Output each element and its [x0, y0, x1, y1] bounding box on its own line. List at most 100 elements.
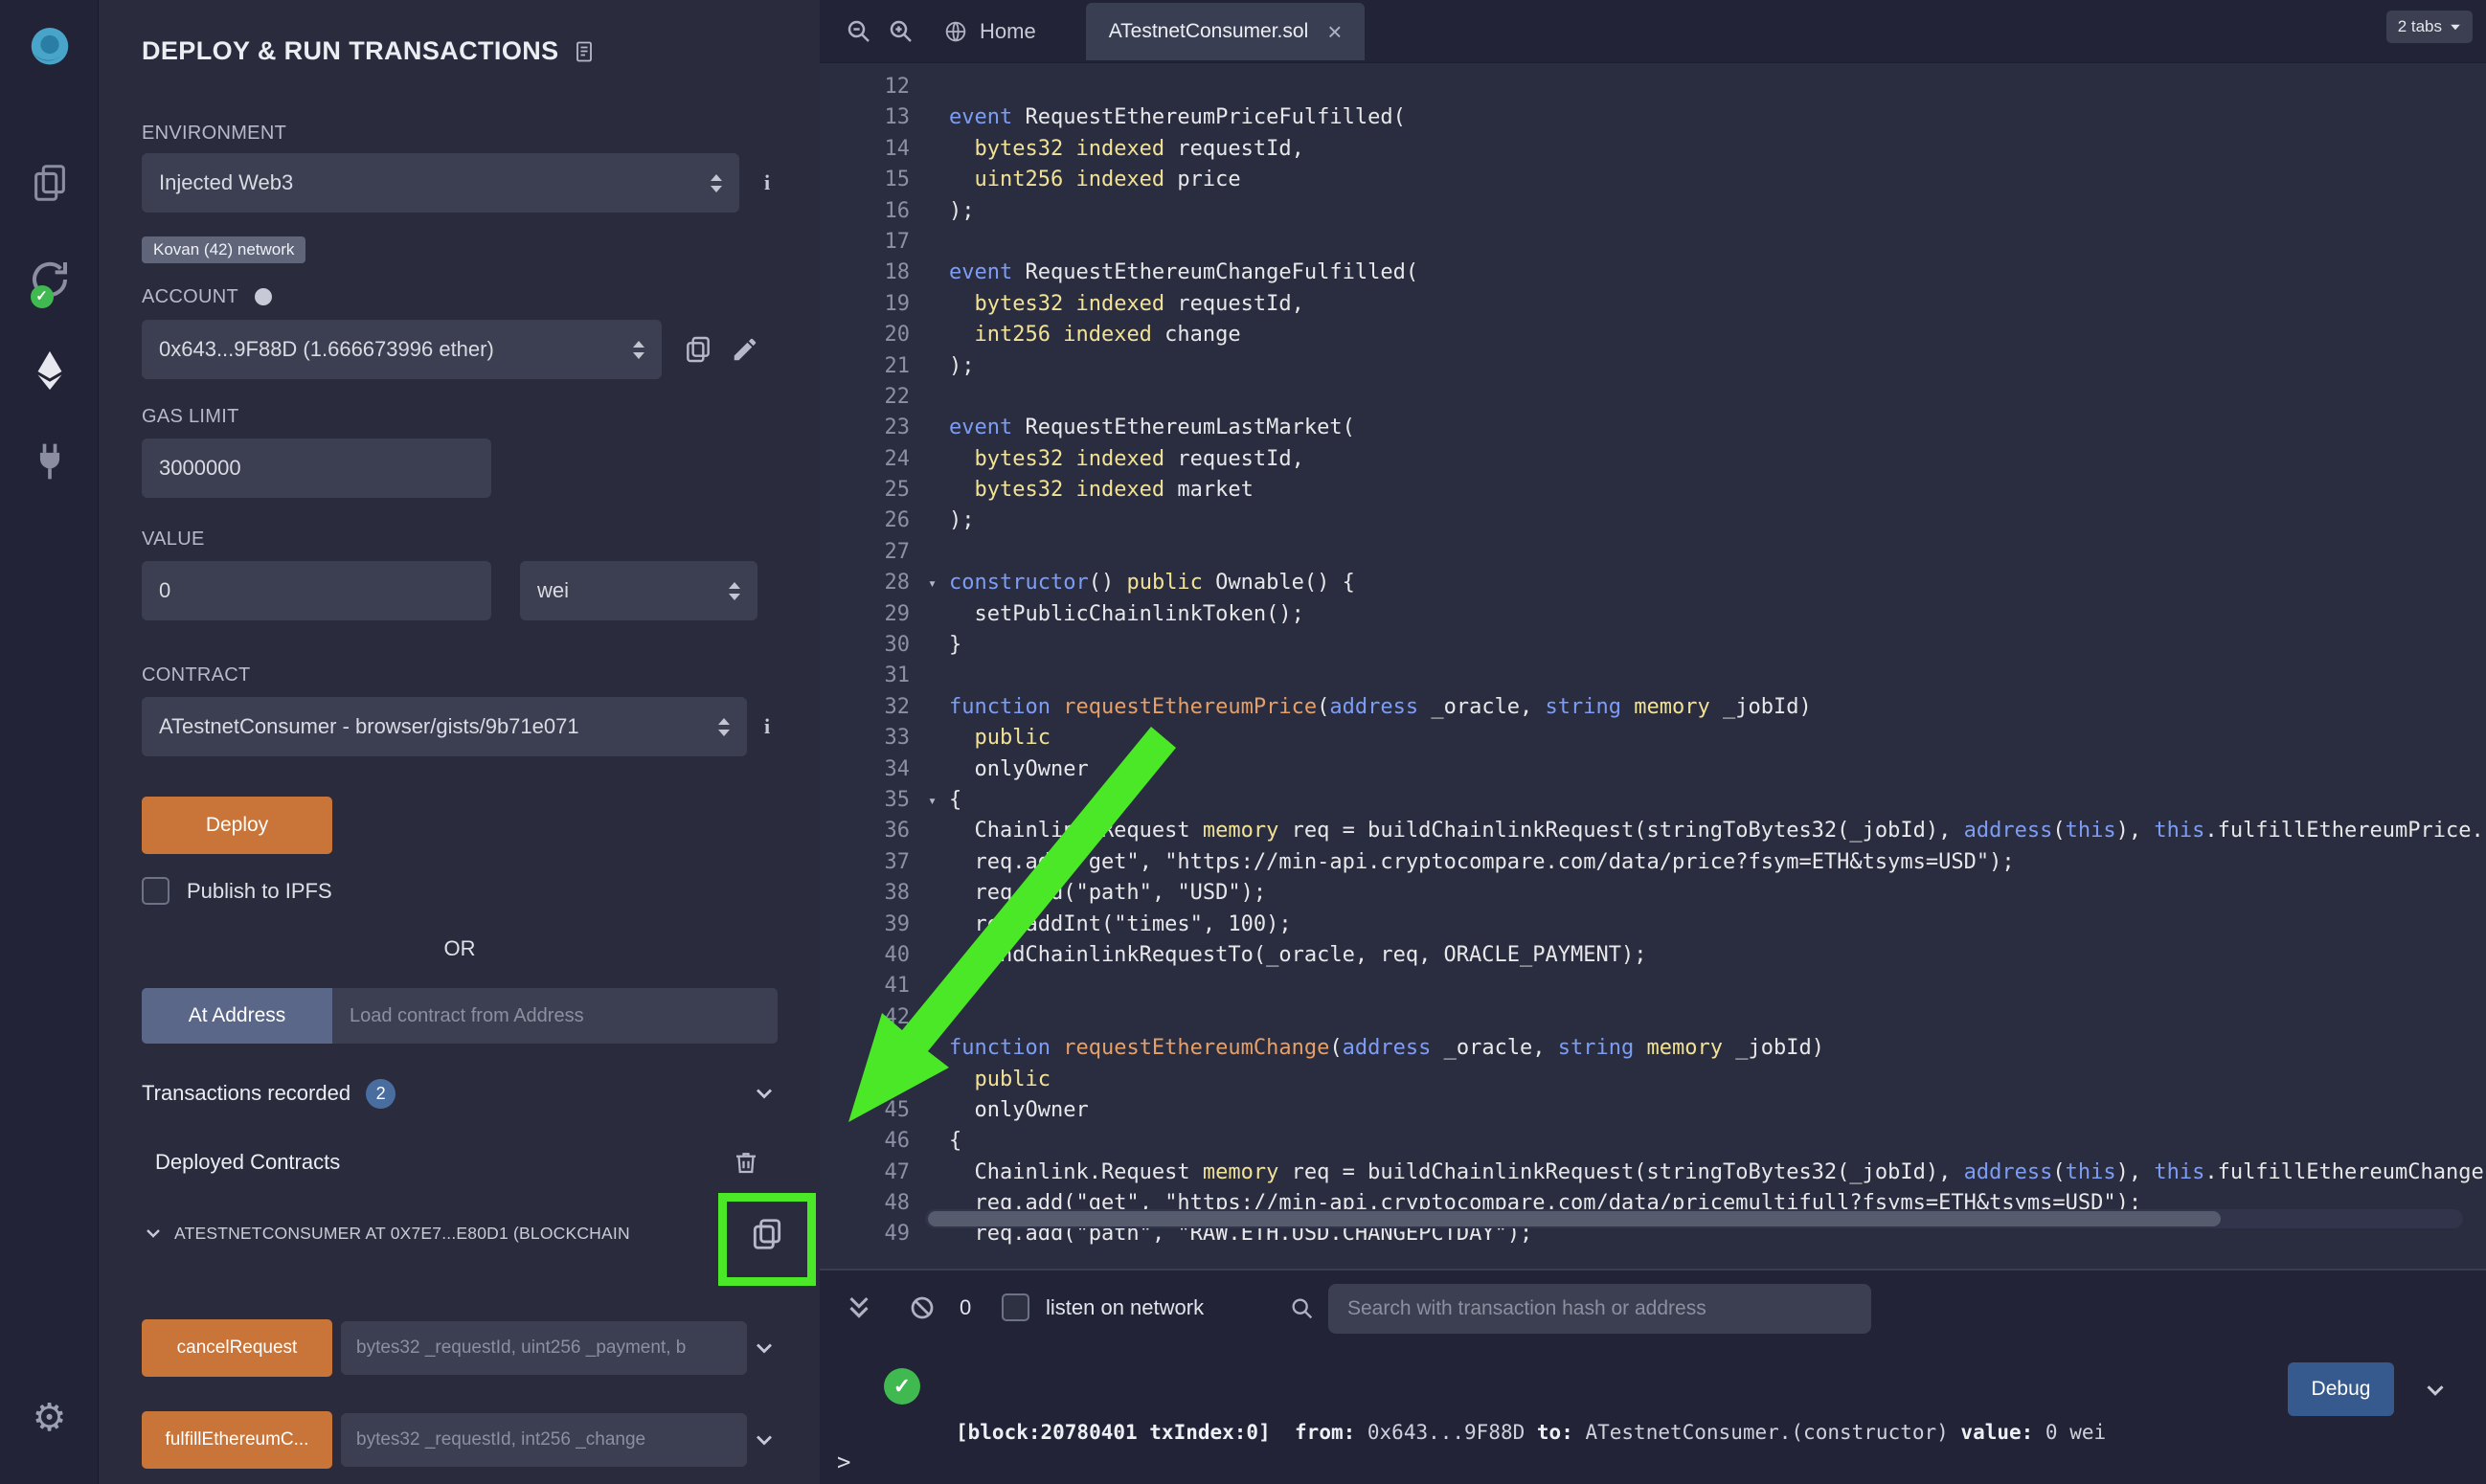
publish-ipfs-checkbox[interactable]: [142, 877, 170, 905]
terminal-prompt[interactable]: >: [837, 1449, 850, 1475]
fulfill-ethereum-change-params-input[interactable]: [341, 1413, 747, 1467]
code-line[interactable]: 30}: [820, 630, 2486, 661]
code-line[interactable]: 17: [820, 227, 2486, 258]
code-line[interactable]: 36 Chainlink.Request memory req = buildC…: [820, 816, 2486, 846]
code-line[interactable]: 12: [820, 72, 2486, 102]
line-number[interactable]: 22: [820, 382, 915, 413]
zoom-out-icon[interactable]: [845, 17, 873, 46]
line-number[interactable]: 32: [820, 692, 915, 723]
code-text[interactable]: setPublicChainlinkToken();: [949, 599, 2486, 630]
line-number[interactable]: 36: [820, 816, 915, 846]
code-text[interactable]: [949, 227, 2486, 258]
sidebar-item-plugin-manager[interactable]: [0, 440, 99, 483]
code-text[interactable]: int256 indexed change: [949, 320, 2486, 350]
code-text[interactable]: }: [949, 630, 2486, 661]
log-expand-chevron-down-icon[interactable]: [2421, 1376, 2450, 1405]
line-number[interactable]: 34: [820, 754, 915, 785]
line-number[interactable]: 25: [820, 475, 915, 506]
code-line[interactable]: 40 sendChainlinkRequestTo(_oracle, req, …: [820, 940, 2486, 971]
code-line[interactable]: 42: [820, 1002, 2486, 1033]
fulfill-chevron-down-icon[interactable]: [751, 1427, 778, 1453]
contract-info-icon[interactable]: i: [764, 714, 770, 739]
clear-deployed-trash-icon[interactable]: [732, 1148, 760, 1177]
code-line[interactable]: 21);: [820, 351, 2486, 382]
code-text[interactable]: public: [949, 723, 2486, 753]
terminal-search-input[interactable]: [1328, 1284, 1871, 1334]
copy-deployed-address-icon[interactable]: [749, 1214, 785, 1254]
close-tab-icon[interactable]: ×: [1327, 21, 1342, 42]
code-text[interactable]: [949, 1002, 2486, 1033]
code-line[interactable]: 35▾{: [820, 785, 2486, 816]
horizontal-scrollbar-thumb[interactable]: [928, 1211, 2221, 1226]
tab-home[interactable]: Home: [942, 18, 1036, 45]
line-number[interactable]: 39: [820, 910, 915, 940]
line-number[interactable]: 27: [820, 537, 915, 568]
code-line[interactable]: 41}: [820, 971, 2486, 1001]
line-number[interactable]: 15: [820, 165, 915, 195]
code-text[interactable]: {: [949, 785, 2486, 816]
code-line[interactable]: 25 bytes32 indexed market: [820, 475, 2486, 506]
cancel-request-params-input[interactable]: [341, 1321, 747, 1375]
code-line[interactable]: 26);: [820, 506, 2486, 536]
code-line[interactable]: 44 public: [820, 1065, 2486, 1095]
line-number[interactable]: 31: [820, 661, 915, 691]
code-text[interactable]: constructor() public Ownable() {: [949, 568, 2486, 598]
code-text[interactable]: onlyOwner: [949, 1095, 2486, 1126]
code-line[interactable]: 34 onlyOwner: [820, 754, 2486, 785]
code-text[interactable]: public: [949, 1065, 2486, 1095]
line-number[interactable]: 24: [820, 444, 915, 475]
tab-active-file[interactable]: ATestnetConsumer.sol ×: [1086, 3, 1366, 60]
code-text[interactable]: [949, 537, 2486, 568]
code-line[interactable]: 15 uint256 indexed price: [820, 165, 2486, 195]
code-text[interactable]: event RequestEthereumChangeFulfilled(: [949, 258, 2486, 288]
environment-info-icon[interactable]: i: [764, 170, 770, 195]
fold-marker-icon[interactable]: ▾: [915, 568, 949, 598]
line-number[interactable]: 20: [820, 320, 915, 350]
at-address-input[interactable]: [332, 988, 778, 1044]
line-number[interactable]: 38: [820, 878, 915, 909]
code-line[interactable]: 20 int256 indexed change: [820, 320, 2486, 350]
line-number[interactable]: 41: [820, 971, 915, 1001]
line-number[interactable]: 28: [820, 568, 915, 598]
deploy-button[interactable]: Deploy: [142, 797, 332, 854]
value-input[interactable]: [142, 561, 491, 620]
remix-logo[interactable]: [0, 21, 99, 75]
code-line[interactable]: 37 req.add("get", "https://min-api.crypt…: [820, 847, 2486, 878]
line-number[interactable]: 33: [820, 723, 915, 753]
edit-account-pencil-icon[interactable]: [731, 335, 759, 364]
line-number[interactable]: 45: [820, 1095, 915, 1126]
code-text[interactable]: req.add("get", "https://min-api.cryptoco…: [949, 847, 2486, 878]
code-text[interactable]: Chainlink.Request memory req = buildChai…: [949, 1158, 2486, 1188]
zoom-in-icon[interactable]: [887, 17, 915, 46]
sidebar-item-deploy-and-run[interactable]: [0, 347, 99, 396]
code-text[interactable]: onlyOwner: [949, 754, 2486, 785]
code-line[interactable]: 22: [820, 382, 2486, 413]
code-area[interactable]: 1213event RequestEthereumPriceFulfilled(…: [820, 63, 2486, 1269]
environment-select[interactable]: Injected Web3: [142, 153, 739, 213]
code-line[interactable]: 39 req.addInt("times", 100);: [820, 910, 2486, 940]
line-number[interactable]: 23: [820, 413, 915, 443]
fold-marker-icon[interactable]: ▾: [915, 785, 949, 816]
account-select[interactable]: 0x643...9F88D (1.666673996 ether): [142, 320, 662, 379]
line-number[interactable]: 19: [820, 289, 915, 320]
code-text[interactable]: bytes32 indexed requestId,: [949, 134, 2486, 165]
debug-button[interactable]: Debug: [2288, 1362, 2394, 1416]
code-line[interactable]: 13event RequestEthereumPriceFulfilled(: [820, 102, 2486, 133]
code-text[interactable]: uint256 indexed price: [949, 165, 2486, 195]
code-line[interactable]: 32 function requestEthereumPrice(address …: [820, 692, 2486, 723]
sidebar-item-file-explorer[interactable]: [0, 161, 99, 205]
code-text[interactable]: function requestEthereumPrice(address _o…: [949, 692, 2486, 723]
code-line[interactable]: 14 bytes32 indexed requestId,: [820, 134, 2486, 165]
code-text[interactable]: Chainlink.Request memory req = buildChai…: [949, 816, 2486, 846]
deployed-item-chevron-down-icon[interactable]: [142, 1222, 165, 1245]
code-line[interactable]: 18event RequestEthereumChangeFulfilled(: [820, 258, 2486, 288]
line-number[interactable]: 30: [820, 630, 915, 661]
terminal-expand-double-chevron-icon[interactable]: [843, 1292, 875, 1324]
value-unit-select[interactable]: wei: [520, 561, 757, 620]
clear-console-ban-icon[interactable]: [908, 1293, 937, 1322]
code-text[interactable]: bytes32 indexed market: [949, 475, 2486, 506]
code-text[interactable]: );: [949, 351, 2486, 382]
code-text[interactable]: }: [949, 971, 2486, 1001]
code-line[interactable]: 24 bytes32 indexed requestId,: [820, 444, 2486, 475]
tabs-count-dropdown[interactable]: 2 tabs: [2386, 11, 2473, 43]
